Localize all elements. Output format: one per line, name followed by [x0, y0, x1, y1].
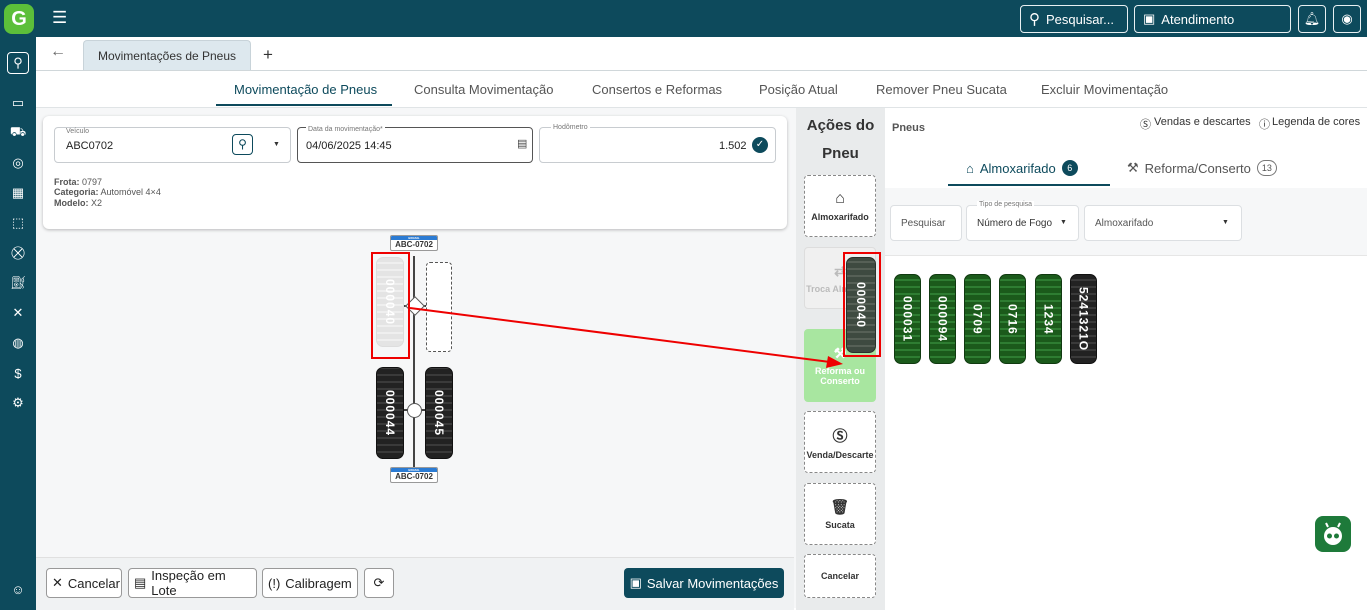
assistant-bot-icon[interactable] — [1315, 516, 1351, 552]
drag-arrow — [409, 307, 843, 368]
